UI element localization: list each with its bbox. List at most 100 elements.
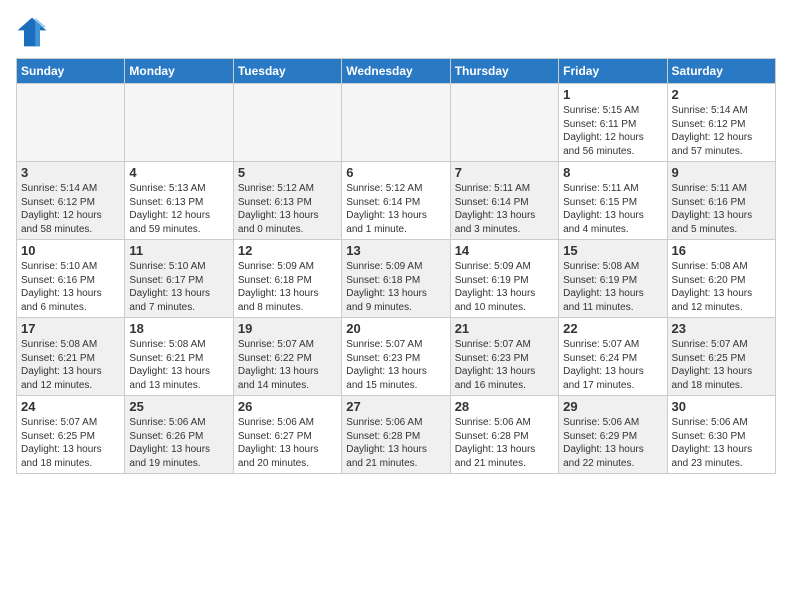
header-day-tuesday: Tuesday (233, 59, 341, 84)
day-number: 8 (563, 165, 662, 180)
day-number: 11 (129, 243, 228, 258)
day-number: 14 (455, 243, 554, 258)
calendar-cell (342, 84, 450, 162)
day-number: 9 (672, 165, 771, 180)
calendar-cell: 9 Sunrise: 5:11 AM Sunset: 6:16 PM Daylig… (667, 162, 775, 240)
day-info: Sunrise: 5:06 AM Sunset: 6:28 PM Dayligh… (455, 416, 554, 470)
calendar-cell: 7Sunrise: 5:11 AM Sunset: 6:14 PM Daylig… (450, 162, 558, 240)
calendar-week-row: 24 Sunrise: 5:07 AM Sunset: 6:25 PM Dayli… (17, 396, 776, 474)
day-number: 13 (346, 243, 445, 258)
calendar-cell: 11 Sunrise: 5:10 AM Sunset: 6:17 PM Dayli… (125, 240, 233, 318)
day-info: Sunrise: 5:12 AM Sunset: 6:14 PM Dayligh… (346, 182, 445, 236)
day-number: 20 (346, 321, 445, 336)
day-info: Sunrise: 5:07 AM Sunset: 6:24 PM Dayligh… (563, 338, 662, 392)
calendar-cell: 19 Sunrise: 5:07 AM Sunset: 6:22 PM Dayli… (233, 318, 341, 396)
calendar-cell: 14 Sunrise: 5:09 AM Sunset: 6:19 PM Dayli… (450, 240, 558, 318)
day-number: 17 (21, 321, 120, 336)
day-info: Sunrise: 5:06 AM Sunset: 6:27 PM Dayligh… (238, 416, 337, 470)
day-number: 15 (563, 243, 662, 258)
day-number: 29 (563, 399, 662, 414)
day-number: 7 (455, 165, 554, 180)
day-info: Sunrise: 5:06 AM Sunset: 6:26 PM Dayligh… (129, 416, 228, 470)
header-day-wednesday: Wednesday (342, 59, 450, 84)
day-info: Sunrise: 5:14 AM Sunset: 6:12 PM Dayligh… (672, 104, 771, 158)
calendar-week-row: 17 Sunrise: 5:08 AM Sunset: 6:21 PM Dayli… (17, 318, 776, 396)
day-number: 25 (129, 399, 228, 414)
calendar-cell: 28 Sunrise: 5:06 AM Sunset: 6:28 PM Dayli… (450, 396, 558, 474)
day-number: 2 (672, 87, 771, 102)
day-info: Sunrise: 5:07 AM Sunset: 6:23 PM Dayligh… (346, 338, 445, 392)
calendar-cell: 13 Sunrise: 5:09 AM Sunset: 6:18 PM Dayli… (342, 240, 450, 318)
day-info: Sunrise: 5:07 AM Sunset: 6:25 PM Dayligh… (672, 338, 771, 392)
logo (16, 16, 52, 48)
day-number: 19 (238, 321, 337, 336)
calendar-cell (450, 84, 558, 162)
calendar-table: SundayMondayTuesdayWednesdayThursdayFrid… (16, 58, 776, 474)
calendar-cell: 22 Sunrise: 5:07 AM Sunset: 6:24 PM Dayli… (559, 318, 667, 396)
day-info: Sunrise: 5:10 AM Sunset: 6:17 PM Dayligh… (129, 260, 228, 314)
calendar-cell (17, 84, 125, 162)
calendar-cell: 1Sunrise: 5:15 AM Sunset: 6:11 PM Daylig… (559, 84, 667, 162)
day-number: 24 (21, 399, 120, 414)
day-number: 12 (238, 243, 337, 258)
day-info: Sunrise: 5:07 AM Sunset: 6:25 PM Dayligh… (21, 416, 120, 470)
calendar-cell: 4 Sunrise: 5:13 AM Sunset: 6:13 PM Daylig… (125, 162, 233, 240)
calendar-cell (233, 84, 341, 162)
day-info: Sunrise: 5:10 AM Sunset: 6:16 PM Dayligh… (21, 260, 120, 314)
calendar-cell: 18Sunrise: 5:08 AM Sunset: 6:21 PM Dayli… (125, 318, 233, 396)
calendar-week-row: 10 Sunrise: 5:10 AM Sunset: 6:16 PM Dayli… (17, 240, 776, 318)
day-info: Sunrise: 5:14 AM Sunset: 6:12 PM Dayligh… (21, 182, 120, 236)
day-info: Sunrise: 5:06 AM Sunset: 6:28 PM Dayligh… (346, 416, 445, 470)
calendar-week-row: 3 Sunrise: 5:14 AM Sunset: 6:12 PM Daylig… (17, 162, 776, 240)
calendar-cell: 26 Sunrise: 5:06 AM Sunset: 6:27 PM Dayli… (233, 396, 341, 474)
calendar-cell: 21 Sunrise: 5:07 AM Sunset: 6:23 PM Dayli… (450, 318, 558, 396)
calendar-cell: 10 Sunrise: 5:10 AM Sunset: 6:16 PM Dayli… (17, 240, 125, 318)
day-number: 30 (672, 399, 771, 414)
calendar-cell: 2 Sunrise: 5:14 AM Sunset: 6:12 PM Daylig… (667, 84, 775, 162)
calendar-cell: 30 Sunrise: 5:06 AM Sunset: 6:30 PM Dayli… (667, 396, 775, 474)
day-number: 27 (346, 399, 445, 414)
calendar-cell: 20 Sunrise: 5:07 AM Sunset: 6:23 PM Dayli… (342, 318, 450, 396)
day-info: Sunrise: 5:07 AM Sunset: 6:22 PM Dayligh… (238, 338, 337, 392)
day-number: 10 (21, 243, 120, 258)
day-info: Sunrise: 5:11 AM Sunset: 6:16 PM Dayligh… (672, 182, 771, 236)
calendar-cell: 16 Sunrise: 5:08 AM Sunset: 6:20 PM Dayli… (667, 240, 775, 318)
calendar-cell: 3 Sunrise: 5:14 AM Sunset: 6:12 PM Daylig… (17, 162, 125, 240)
calendar-cell: 8Sunrise: 5:11 AM Sunset: 6:15 PM Daylig… (559, 162, 667, 240)
day-info: Sunrise: 5:09 AM Sunset: 6:18 PM Dayligh… (346, 260, 445, 314)
day-info: Sunrise: 5:08 AM Sunset: 6:20 PM Dayligh… (672, 260, 771, 314)
day-info: Sunrise: 5:08 AM Sunset: 6:21 PM Dayligh… (21, 338, 120, 392)
day-info: Sunrise: 5:09 AM Sunset: 6:18 PM Dayligh… (238, 260, 337, 314)
day-number: 4 (129, 165, 228, 180)
day-info: Sunrise: 5:06 AM Sunset: 6:30 PM Dayligh… (672, 416, 771, 470)
logo-icon (16, 16, 48, 48)
day-info: Sunrise: 5:07 AM Sunset: 6:23 PM Dayligh… (455, 338, 554, 392)
day-number: 3 (21, 165, 120, 180)
day-number: 6 (346, 165, 445, 180)
day-info: Sunrise: 5:09 AM Sunset: 6:19 PM Dayligh… (455, 260, 554, 314)
day-number: 16 (672, 243, 771, 258)
day-number: 21 (455, 321, 554, 336)
calendar-cell: 27 Sunrise: 5:06 AM Sunset: 6:28 PM Dayli… (342, 396, 450, 474)
calendar-cell: 24 Sunrise: 5:07 AM Sunset: 6:25 PM Dayli… (17, 396, 125, 474)
calendar-week-row: 1Sunrise: 5:15 AM Sunset: 6:11 PM Daylig… (17, 84, 776, 162)
day-info: Sunrise: 5:13 AM Sunset: 6:13 PM Dayligh… (129, 182, 228, 236)
calendar-cell: 23Sunrise: 5:07 AM Sunset: 6:25 PM Dayli… (667, 318, 775, 396)
day-info: Sunrise: 5:12 AM Sunset: 6:13 PM Dayligh… (238, 182, 337, 236)
header-day-friday: Friday (559, 59, 667, 84)
header-day-thursday: Thursday (450, 59, 558, 84)
day-number: 22 (563, 321, 662, 336)
calendar-cell: 17 Sunrise: 5:08 AM Sunset: 6:21 PM Dayli… (17, 318, 125, 396)
day-info: Sunrise: 5:15 AM Sunset: 6:11 PM Dayligh… (563, 104, 662, 158)
day-number: 5 (238, 165, 337, 180)
day-info: Sunrise: 5:08 AM Sunset: 6:19 PM Dayligh… (563, 260, 662, 314)
day-number: 26 (238, 399, 337, 414)
calendar-cell: 12 Sunrise: 5:09 AM Sunset: 6:18 PM Dayli… (233, 240, 341, 318)
calendar-cell: 5 Sunrise: 5:12 AM Sunset: 6:13 PM Daylig… (233, 162, 341, 240)
header-day-saturday: Saturday (667, 59, 775, 84)
day-number: 28 (455, 399, 554, 414)
header (16, 16, 776, 48)
day-number: 18 (129, 321, 228, 336)
day-info: Sunrise: 5:06 AM Sunset: 6:29 PM Dayligh… (563, 416, 662, 470)
calendar-cell: 15 Sunrise: 5:08 AM Sunset: 6:19 PM Dayli… (559, 240, 667, 318)
